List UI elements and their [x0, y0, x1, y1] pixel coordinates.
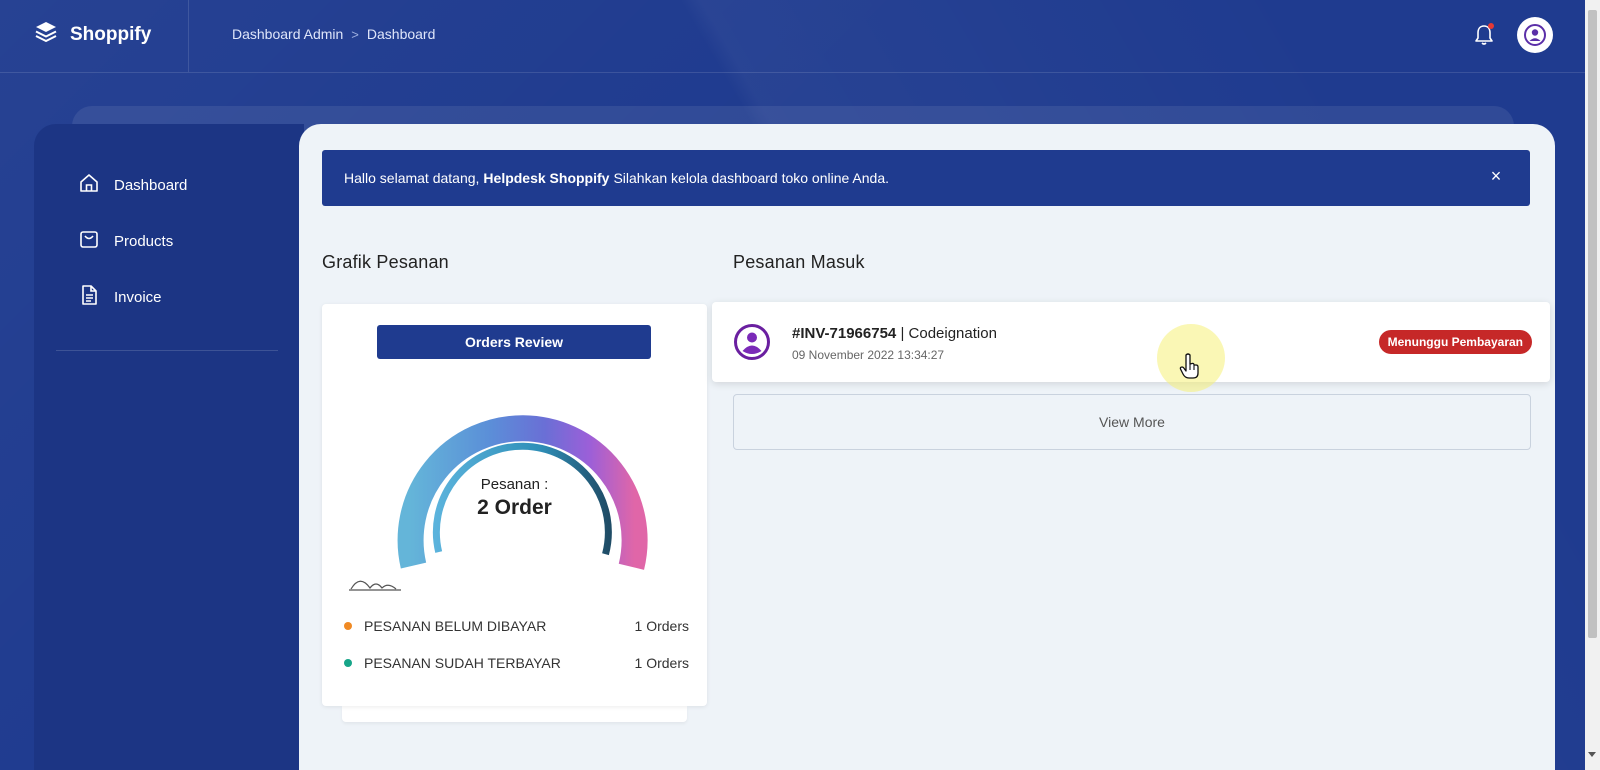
- orders-section-title: Pesanan Masuk: [733, 252, 865, 272]
- main-panel: Hallo selamat datang, Helpdesk Shoppify …: [299, 124, 1555, 770]
- legend-dot: [344, 659, 352, 667]
- sidebar-item-products[interactable]: Products: [78, 228, 173, 254]
- legend-value: 1 Orders: [634, 618, 689, 634]
- alert-name: Helpdesk Shoppify: [483, 170, 610, 186]
- document-icon: [78, 284, 100, 310]
- brand-divider: [188, 0, 189, 72]
- legend-dot: [344, 622, 352, 630]
- legend-value: 1 Orders: [634, 655, 689, 671]
- sidebar-item-label: Dashboard: [114, 176, 188, 194]
- order-customer: Codeignation: [908, 325, 997, 342]
- order-separator: |: [900, 325, 909, 342]
- sidebar-item-dashboard[interactable]: Dashboard: [78, 172, 187, 198]
- hand-cursor-icon: [1179, 353, 1199, 379]
- shopping-bag-icon: [78, 228, 100, 254]
- sidebar-item-label: Invoice: [114, 288, 162, 306]
- legend-unpaid: PESANAN BELUM DIBAYAR 1 Orders: [344, 618, 689, 634]
- scroll-down-arrow-icon[interactable]: [1588, 752, 1596, 757]
- chart-card: Orders Review Pesanan: 2 Order PESANAN …: [322, 304, 707, 706]
- breadcrumb: Dashboard Admin > Dashboard: [232, 26, 435, 42]
- breadcrumb-current: Dashboard: [366, 26, 436, 42]
- welcome-alert: Hallo selamat datang, Helpdesk Shoppify …: [322, 150, 1530, 206]
- order-title: #INV-71966754 | Codeignation: [792, 325, 997, 342]
- notification-dot: [1488, 23, 1494, 29]
- sidebar-item-label: Products: [114, 232, 174, 250]
- legend-label: PESANAN SUDAH TERBAYAR: [364, 655, 561, 671]
- alert-prefix: Hallo selamat datang,: [344, 170, 480, 186]
- scrollbar[interactable]: [1585, 0, 1600, 770]
- close-icon[interactable]: ×: [1486, 166, 1506, 186]
- scrollbar-thumb[interactable]: [1588, 10, 1597, 638]
- alert-suffix: Silahkan kelola dashboard toko online An…: [613, 170, 889, 186]
- legend-paid: PESANAN SUDAH TERBAYAR 1 Orders: [344, 655, 689, 671]
- order-invoice: #INV-71966754: [792, 325, 897, 342]
- gauge-center-label: Pesanan :: [480, 476, 549, 493]
- order-date: 09 November 2022 13:34:27: [792, 348, 945, 362]
- chart-section-title: Grafik Pesanan: [322, 252, 449, 272]
- gauge-center-value: 2 Order: [477, 496, 552, 519]
- sidebar-item-invoice[interactable]: Invoice: [78, 284, 162, 310]
- order-item[interactable]: #INV-71966754 | Codeignation 09 November…: [712, 302, 1550, 382]
- user-circle-icon: [733, 323, 771, 361]
- sidebar: Dashboard Products Invoice: [34, 124, 304, 770]
- brand-name: Shoppify: [70, 24, 152, 45]
- brand[interactable]: Shoppify: [34, 20, 151, 50]
- sidebar-divider: [56, 350, 278, 351]
- orders-review-button[interactable]: Orders Review: [377, 325, 651, 359]
- chart-card-underlay: [342, 706, 687, 722]
- chart-logo-icon: [349, 580, 401, 591]
- legend-label: PESANAN BELUM DIBAYAR: [364, 618, 547, 634]
- top-bar: Shoppify Dashboard Admin > Dashboard: [0, 0, 1585, 73]
- home-icon: [78, 172, 100, 198]
- layers-icon: [34, 20, 58, 50]
- status-badge: Menunggu Pembayaran: [1378, 330, 1532, 354]
- breadcrumb-separator: >: [351, 26, 359, 42]
- view-more-button[interactable]: View More: [733, 394, 1531, 450]
- user-circle-icon: [1524, 24, 1546, 46]
- avatar[interactable]: [1517, 17, 1553, 53]
- breadcrumb-root[interactable]: Dashboard Admin: [232, 26, 343, 42]
